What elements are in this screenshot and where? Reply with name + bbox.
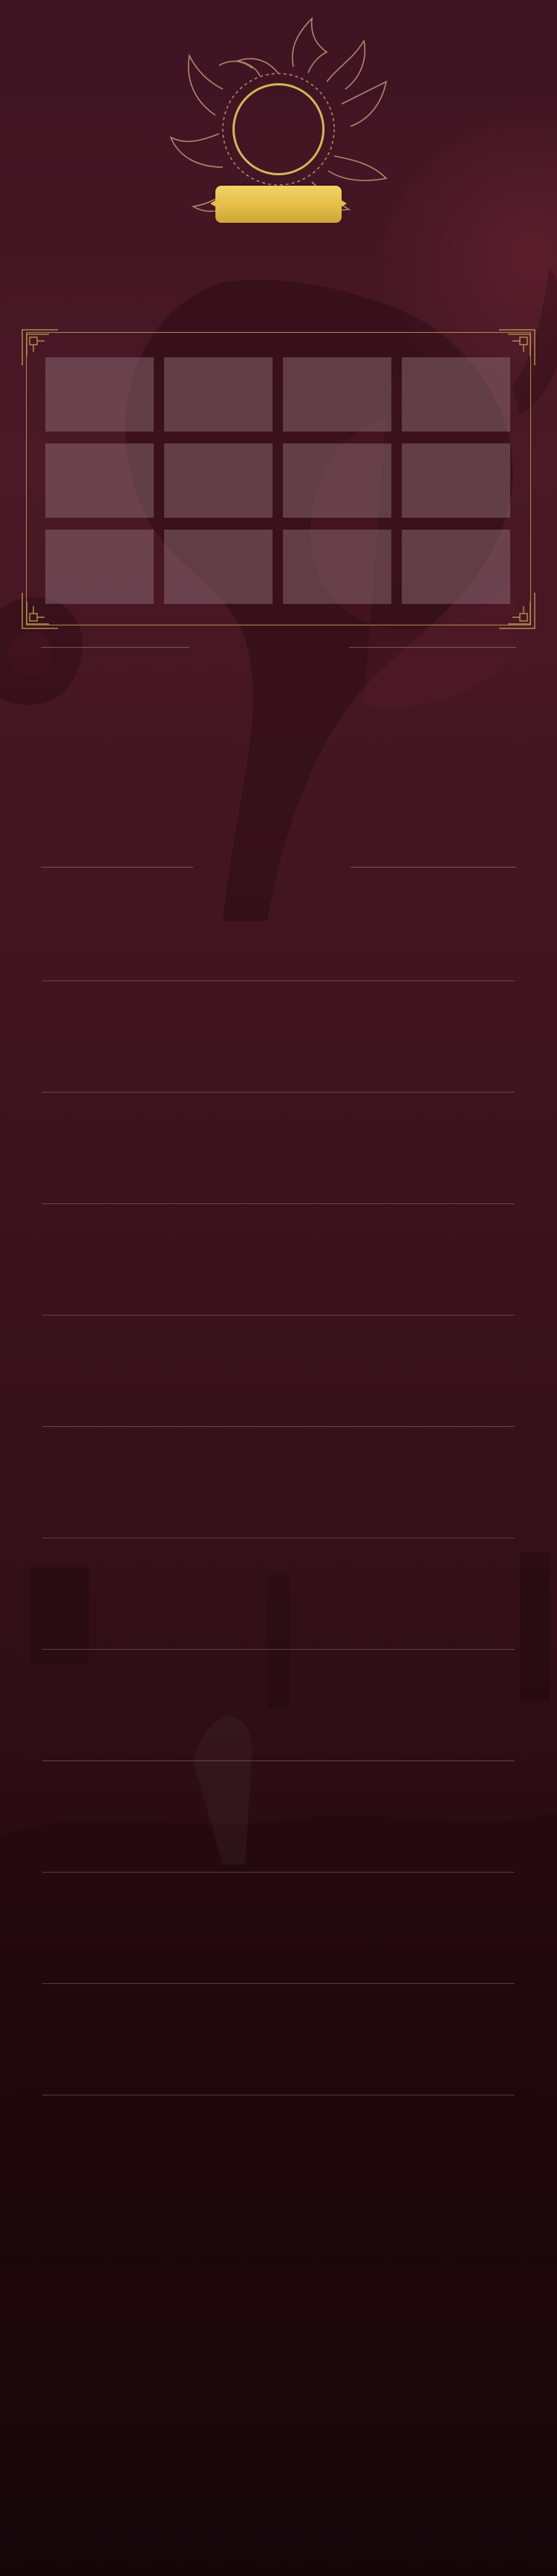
- section-divider-right: [349, 647, 516, 648]
- photo-slot[interactable]: [402, 530, 510, 604]
- row-separator: [42, 1983, 515, 1984]
- photo-slot[interactable]: [45, 530, 154, 604]
- row-separator: [42, 1203, 515, 1204]
- photo-slot[interactable]: [283, 357, 391, 432]
- row-separator: [42, 1092, 515, 1093]
- section-divider-left: [41, 647, 189, 648]
- avatar[interactable]: [232, 83, 325, 175]
- photo-slot[interactable]: [283, 530, 391, 604]
- photo-slot[interactable]: [164, 443, 273, 518]
- photo-slot[interactable]: [164, 530, 273, 604]
- row-separator: [42, 1872, 515, 1873]
- photo-slot[interactable]: [283, 443, 391, 518]
- row-separator: [42, 1649, 515, 1650]
- photo-slot[interactable]: [402, 357, 510, 432]
- background-scenery: [0, 1552, 557, 2266]
- photo-slot[interactable]: [45, 443, 154, 518]
- section-divider-left: [41, 867, 193, 868]
- photo-slot[interactable]: [45, 357, 154, 432]
- photo-grid: [45, 357, 512, 604]
- row-separator: [42, 980, 515, 981]
- background-emblem: [0, 267, 557, 921]
- section-divider-right: [351, 867, 516, 868]
- nickname-plate[interactable]: [210, 186, 347, 223]
- photo-slot[interactable]: [164, 357, 273, 432]
- photo-slot[interactable]: [402, 443, 510, 518]
- row-separator: [42, 1426, 515, 1427]
- row-separator: [42, 1760, 515, 1761]
